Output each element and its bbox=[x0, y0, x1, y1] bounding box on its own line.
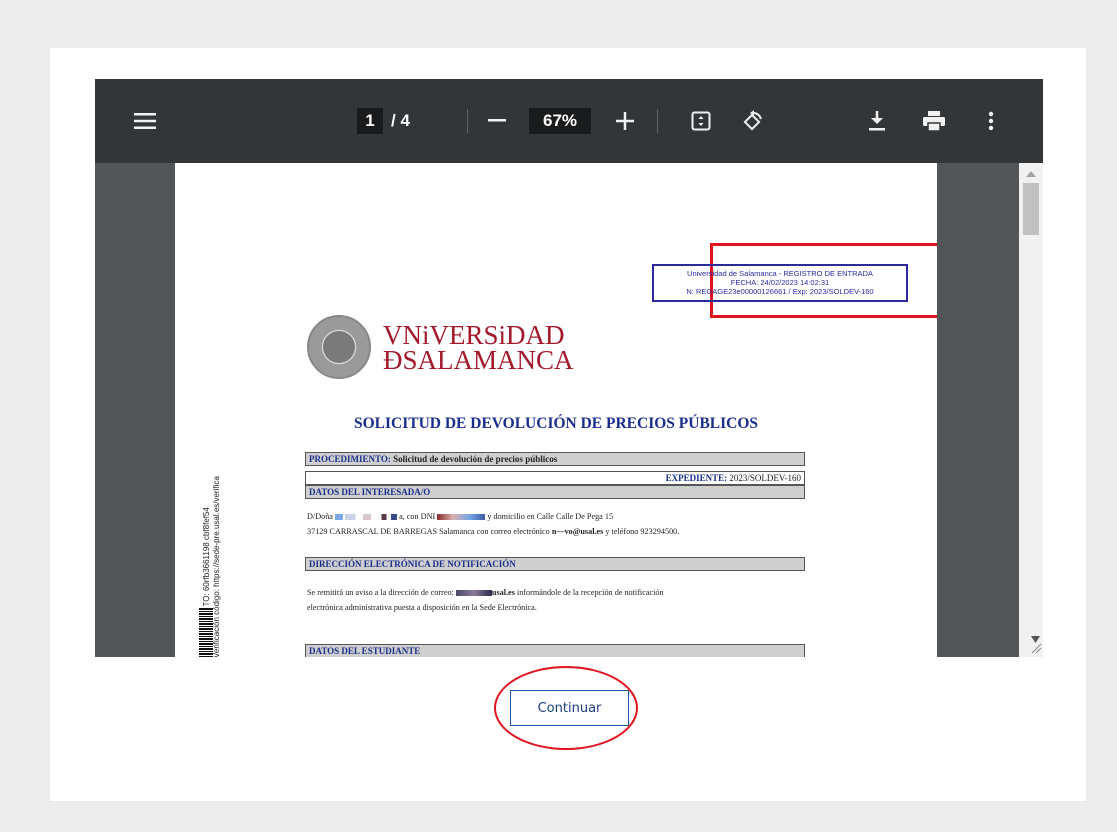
pdf-toolbar: 1 / 4 67% bbox=[95, 79, 1043, 163]
barcode bbox=[199, 607, 213, 657]
email: n—vo@usal.es bbox=[551, 527, 604, 536]
redaction bbox=[437, 514, 486, 521]
procedimiento-value: Solicitud de devolución de precios públi… bbox=[393, 454, 558, 464]
interesado-paragraph: D/Doña a, con DNI y domicilio en Calle C… bbox=[307, 509, 803, 539]
expediente-value: 2023/SOLDEV-160 bbox=[729, 473, 801, 483]
text: electrónica administrativa puesta a disp… bbox=[307, 603, 537, 612]
section-header: DATOS DEL INTERESADA/O bbox=[305, 485, 805, 499]
registry-stamp: Universidad de Salamanca - REGISTRO DE E… bbox=[652, 264, 908, 302]
section-header: DATOS DEL ESTUDIANTE bbox=[305, 644, 805, 657]
text: y domicilio en Calle Calle De Pega 15 bbox=[487, 512, 614, 521]
text: a, con DNI bbox=[399, 512, 436, 521]
verification-url: Verificación código: https://sede-pre.us… bbox=[212, 476, 221, 657]
fit-page-icon[interactable] bbox=[689, 109, 713, 133]
redaction bbox=[334, 514, 343, 521]
logo-line: ÐSALAMANCA bbox=[383, 345, 574, 375]
page-count: / 4 bbox=[391, 111, 410, 130]
university-logo-text: VNiVERSiDAD ÐSALAMANCA bbox=[383, 322, 574, 375]
text: Se remitirá un aviso a la dirección de c… bbox=[307, 588, 454, 597]
resize-grip-icon[interactable] bbox=[1030, 636, 1042, 659]
zoom-out-icon[interactable] bbox=[485, 109, 509, 133]
expediente-label: EXPEDIENTE: bbox=[665, 473, 728, 483]
document-title: SOLICITUD DE DEVOLUCIÓN DE PRECIOS PÚBLI… bbox=[353, 415, 759, 432]
notificacion-paragraph: Se remitirá un aviso a la dirección de c… bbox=[307, 585, 803, 615]
vertical-scrollbar[interactable] bbox=[1019, 163, 1043, 657]
page-number-input[interactable]: 1 bbox=[357, 108, 383, 134]
continue-button[interactable]: Continuar bbox=[510, 690, 629, 726]
more-options-icon[interactable] bbox=[981, 109, 1001, 133]
procedimiento-row: PROCEDIMIENTO: Solicitud de devolución d… bbox=[305, 452, 805, 466]
redaction bbox=[345, 514, 398, 521]
text: y teléfono 923294500. bbox=[605, 527, 680, 536]
pdf-viewer: 1 / 4 67% Universidad de Salamanca - REG bbox=[95, 79, 1043, 657]
toolbar-divider bbox=[657, 109, 658, 133]
university-seal-icon bbox=[307, 315, 371, 379]
stamp-line: FECHA: 24/02/2023 14:02:31 bbox=[730, 278, 830, 287]
email: usal.es bbox=[491, 588, 515, 597]
stamp-line: Universidad de Salamanca - REGISTRO DE E… bbox=[687, 269, 873, 278]
zoom-in-icon[interactable] bbox=[613, 109, 637, 133]
procedimiento-label: PROCEDIMIENTO: bbox=[309, 454, 391, 464]
pdf-page: Universidad de Salamanca - REGISTRO DE E… bbox=[175, 163, 937, 657]
text: D/Doña bbox=[307, 512, 333, 521]
scroll-thumb[interactable] bbox=[1023, 183, 1039, 235]
scroll-up-icon[interactable] bbox=[1026, 171, 1036, 177]
stamp-line: N: REGAGE23e00000126661 / Exp: 2023/SOLD… bbox=[686, 287, 874, 296]
redaction bbox=[455, 590, 492, 597]
menu-icon[interactable] bbox=[131, 107, 159, 135]
text: informándole de la recepción de notifica… bbox=[516, 588, 664, 597]
zoom-input[interactable]: 67% bbox=[529, 108, 591, 134]
rotate-icon[interactable] bbox=[741, 109, 765, 133]
toolbar-divider bbox=[467, 109, 468, 133]
expediente-row: EXPEDIENTE: 2023/SOLDEV-160 bbox=[305, 471, 805, 485]
text: 37129 CARRASCAL DE BARREGAS Salamanca co… bbox=[307, 527, 550, 536]
print-icon[interactable] bbox=[921, 109, 947, 133]
download-icon[interactable] bbox=[865, 109, 889, 133]
section-header: DIRECCIÓN ELECTRÓNICA DE NOTIFICACIÓN bbox=[305, 557, 805, 571]
